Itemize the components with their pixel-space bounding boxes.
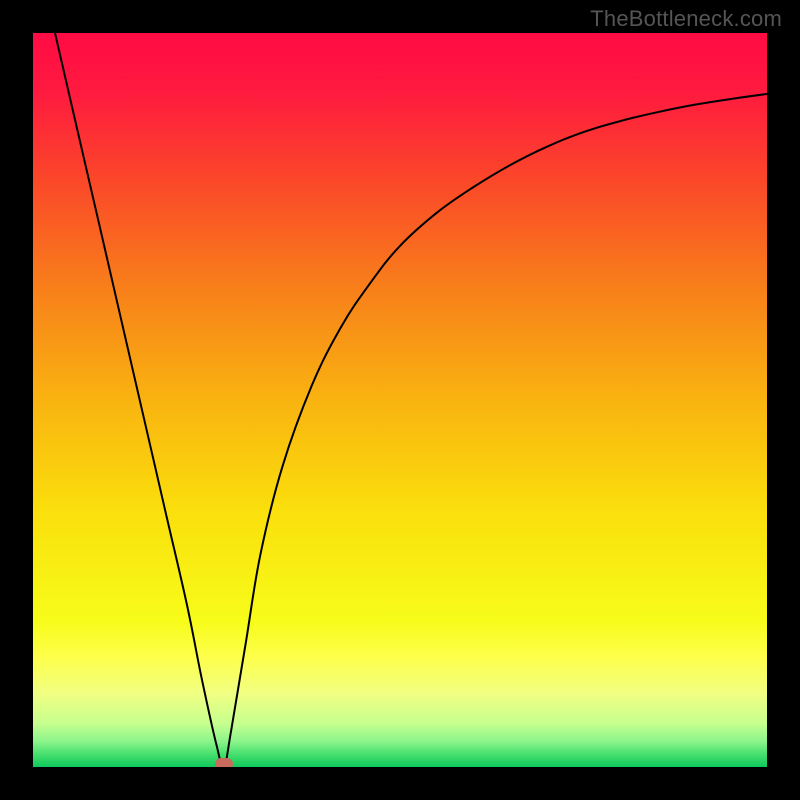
chart-frame: TheBottleneck.com xyxy=(0,0,800,800)
plot-area xyxy=(33,33,767,767)
chart-svg xyxy=(33,33,767,767)
minimum-marker xyxy=(215,758,233,767)
gradient-background xyxy=(33,33,767,767)
watermark-text: TheBottleneck.com xyxy=(590,6,782,32)
